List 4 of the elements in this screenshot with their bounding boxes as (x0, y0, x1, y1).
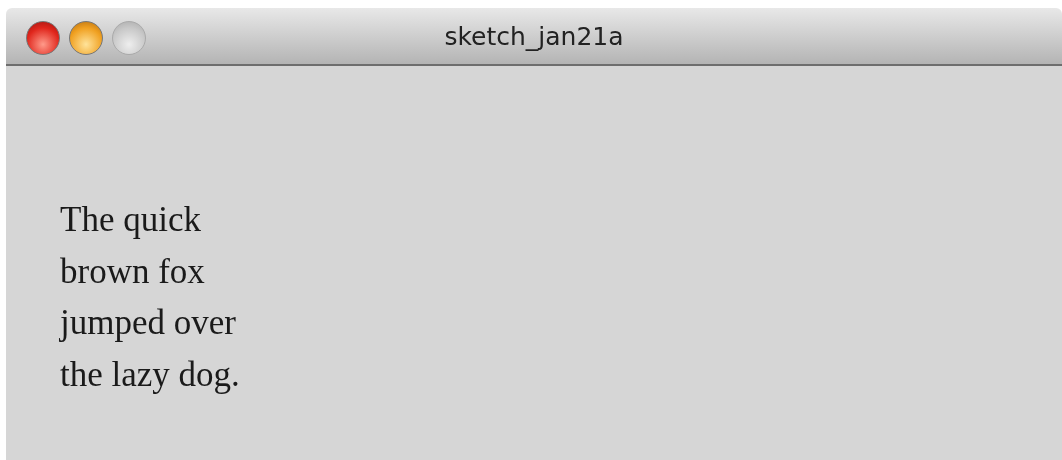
close-button[interactable] (26, 21, 60, 55)
text-paragraph: The quick brown fox jumped over the lazy dog. (60, 199, 241, 396)
window-title: sketch_jan21a (444, 21, 624, 53)
minimize-button[interactable] (69, 21, 103, 55)
